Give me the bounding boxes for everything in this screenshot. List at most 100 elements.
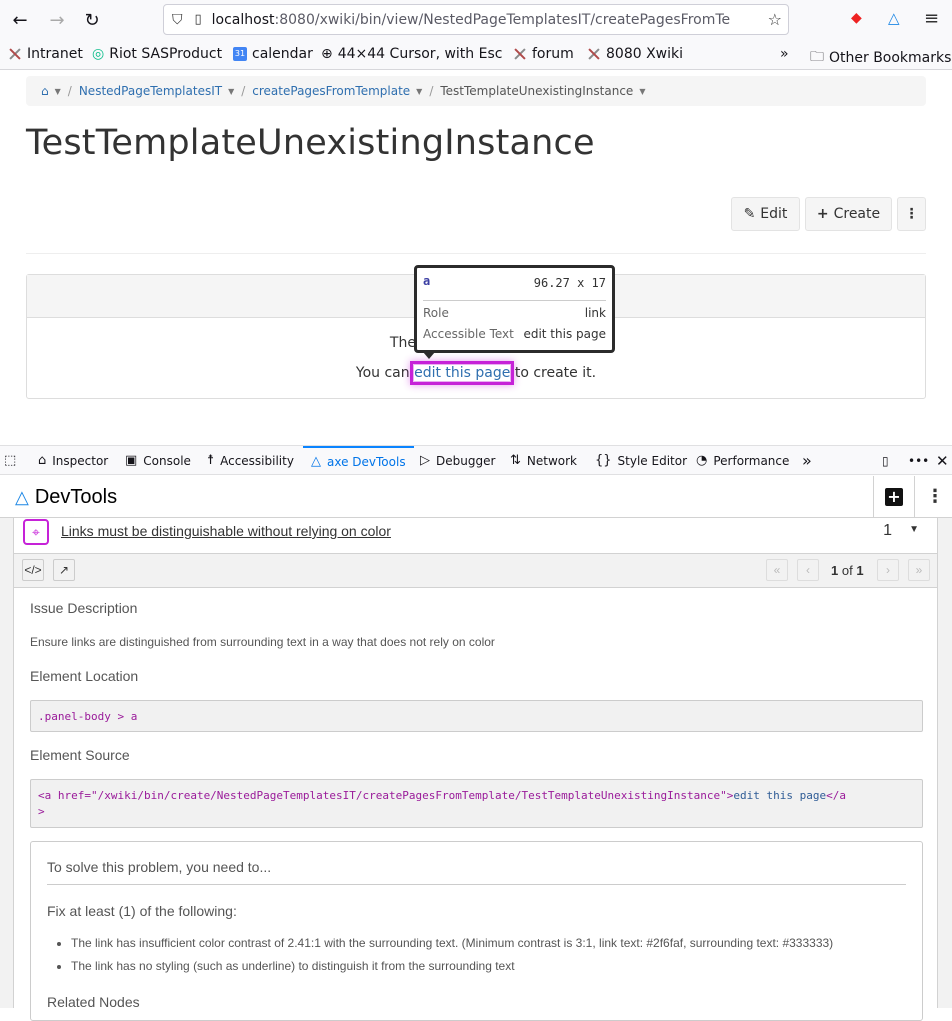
console-icon: ▣ xyxy=(125,453,138,468)
element-location[interactable]: .panel-body > a xyxy=(30,700,923,732)
bookmark-forum[interactable]: forum xyxy=(513,46,574,62)
url-host: localhost xyxy=(211,11,275,28)
axe-icon: △ xyxy=(311,454,321,469)
view-source-button[interactable]: </> xyxy=(22,559,44,581)
bookmark-riot[interactable]: ◎ Riot SASProduct xyxy=(92,46,222,62)
chevron-down-icon[interactable]: ▼ xyxy=(416,87,422,96)
chevrons-right-icon: » xyxy=(780,46,789,62)
tab-style-editor[interactable]: {} Style Editor xyxy=(595,446,687,475)
calendar-icon: 31 xyxy=(233,47,247,61)
breadcrumb-item[interactable]: NestedPageTemplatesIT xyxy=(79,84,222,98)
kebab-icon: ⋮ xyxy=(926,486,944,507)
debugger-icon: ▷ xyxy=(420,453,430,468)
axe-body: ⌖ Links must be distinguishable without … xyxy=(0,518,952,1021)
tab-inspector[interactable]: ⌂ Inspector xyxy=(38,446,108,475)
chevron-down-icon[interactable]: ▼ xyxy=(639,87,645,96)
open-external-button[interactable]: ↗ xyxy=(53,559,75,581)
riot-icon: ◎ xyxy=(92,46,105,62)
code-icon: </> xyxy=(24,563,42,577)
fix-list: The link has insufficient color contrast… xyxy=(71,936,833,982)
picker-icon: ⬚ xyxy=(4,453,17,468)
more-actions-button[interactable]: ⋮ xyxy=(897,197,926,231)
tab-axe-devtools[interactable]: △ axe DevTools xyxy=(303,446,414,475)
edit-button[interactable]: ✎ Edit xyxy=(731,197,800,231)
tab-console[interactable]: ▣ Console xyxy=(125,446,191,475)
bookmark-star-icon[interactable]: ☆ xyxy=(767,10,782,29)
issue-toolbar: </> ↗ « ‹ 1 of 1 › » xyxy=(14,554,937,588)
close-devtools-button[interactable]: ✕ xyxy=(936,446,949,475)
kebab-icon: ⋮ xyxy=(904,206,919,222)
fix-heading: Fix at least (1) of the following: xyxy=(47,903,237,919)
tooltip-tag: a xyxy=(423,274,431,288)
element-picker-button[interactable]: ⬚ xyxy=(4,446,16,475)
add-box-icon: + xyxy=(885,487,903,506)
bookmark-8080-xwiki[interactable]: 8080 Xwiki xyxy=(587,46,683,62)
last-page-button[interactable]: » xyxy=(908,559,930,581)
divider xyxy=(26,253,926,254)
element-source[interactable]: <a href="/xwiki/bin/create/NestedPageTem… xyxy=(30,779,923,828)
tab-accessibility[interactable]: ☨ Accessibility xyxy=(207,446,294,475)
chevron-down-icon[interactable]: ▼ xyxy=(228,87,234,96)
xwiki-icon xyxy=(8,47,22,61)
breadcrumb-item[interactable]: createPagesFromTemplate xyxy=(252,84,410,98)
pager-status: 1 of 1 xyxy=(831,563,864,578)
home-icon[interactable]: ⌂ xyxy=(41,84,49,98)
add-to-library-button[interactable]: + xyxy=(873,476,914,517)
axe-icon: △ xyxy=(15,487,29,507)
accessibility-icon: ☨ xyxy=(207,453,215,468)
bookmark-intranet[interactable]: Intranet xyxy=(8,46,83,62)
dock-icon: ▯ xyxy=(882,453,889,468)
issue-count: 1 xyxy=(883,522,892,539)
chevron-down-icon[interactable]: ▼ xyxy=(909,524,919,535)
tab-performance[interactable]: ◔ Performance xyxy=(696,446,789,475)
globe-icon: ⊕ xyxy=(321,46,333,62)
create-button[interactable]: + Create xyxy=(805,197,892,231)
edit-this-page-link[interactable]: edit this page xyxy=(410,361,515,385)
back-button[interactable]: ← xyxy=(8,8,32,32)
axe-menu-button[interactable]: ⋮ xyxy=(914,476,952,517)
first-page-button[interactable]: « xyxy=(766,559,788,581)
tab-debugger[interactable]: ▷ Debugger xyxy=(420,446,495,475)
issue-title-link[interactable]: Links must be distinguishable without re… xyxy=(61,523,391,539)
chevron-down-icon[interactable]: ▼ xyxy=(55,87,61,96)
prev-page-button[interactable]: ‹ xyxy=(797,559,819,581)
bookmark-calendar[interactable]: 31 calendar xyxy=(233,46,313,62)
axe-extension-icon[interactable]: △ xyxy=(888,9,900,27)
shield-icon[interactable]: ⛉ xyxy=(172,12,183,28)
element-location-heading: Element Location xyxy=(30,668,139,684)
inspector-tooltip: a 96.27 x 17 Role link Accessible Text edi… xyxy=(414,265,615,359)
fix-item: The link has insufficient color contrast… xyxy=(71,936,833,950)
more-tabs-button[interactable]: » xyxy=(802,446,812,475)
tab-network[interactable]: ⇅ Network xyxy=(510,446,577,475)
url-bar[interactable]: ⛉ ▯ localhost:8080/xwiki/bin/view/Nested… xyxy=(163,4,789,35)
browser-toolbar: ← → ↻ ⛉ ▯ localhost:8080/xwiki/bin/view/… xyxy=(0,0,952,40)
dock-button[interactable]: ▯ xyxy=(882,446,889,475)
url-path: :8080/xwiki/bin/view/NestedPageTemplates… xyxy=(274,11,731,28)
issue-header[interactable]: ⌖ Links must be distinguishable without … xyxy=(14,518,937,554)
element-source-heading: Element Source xyxy=(30,747,130,763)
bookmarks-overflow-button[interactable]: » xyxy=(780,46,789,62)
next-page-button[interactable]: › xyxy=(877,559,899,581)
fix-item: The link has no styling (such as underli… xyxy=(71,959,833,973)
scrollbar[interactable] xyxy=(938,518,952,1008)
highlight-target-icon[interactable]: ⌖ xyxy=(23,519,49,545)
network-icon: ⇅ xyxy=(510,453,521,468)
breadcrumb: ⌂ ▼ / NestedPageTemplatesIT ▼ / createPage… xyxy=(26,76,926,106)
devtools-tabbar: ⬚ ⌂ Inspector ▣ Console ☨ Accessibility △ ax… xyxy=(0,445,952,475)
tooltip-role: link xyxy=(584,306,606,320)
breadcrumb-current: TestTemplateUnexistingInstance xyxy=(440,84,634,98)
page-title: TestTemplateUnexistingInstance xyxy=(26,123,595,163)
solution-panel: To solve this problem, you need to... Fi… xyxy=(30,841,923,1021)
devtools-options-button[interactable]: ••• xyxy=(908,446,929,475)
inspector-icon: ⌂ xyxy=(38,453,47,468)
extension-icon[interactable]: ◆ xyxy=(851,10,862,26)
chevrons-right-icon: » xyxy=(802,451,812,470)
forward-button[interactable]: → xyxy=(45,8,69,32)
other-bookmarks[interactable]: 🗀 Other Bookmarks xyxy=(810,46,951,70)
reload-button[interactable]: ↻ xyxy=(80,8,104,32)
issue-description-heading: Issue Description xyxy=(30,600,138,616)
solution-heading: To solve this problem, you need to... xyxy=(47,859,272,875)
menu-icon[interactable]: ≡ xyxy=(924,8,939,29)
bookmark-cursor[interactable]: ⊕ 44×44 Cursor, with Esc xyxy=(321,46,502,62)
xwiki-icon xyxy=(587,47,601,61)
